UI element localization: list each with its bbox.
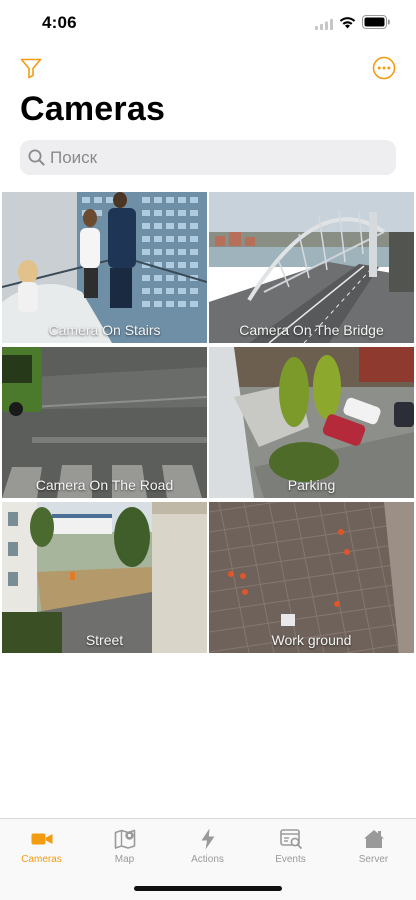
search-icon <box>28 149 45 166</box>
camera-preview-image <box>209 192 414 343</box>
camera-tile[interactable]: Work ground <box>209 502 414 653</box>
lightning-icon <box>201 828 214 850</box>
camera-name: Work ground <box>271 632 352 648</box>
tab-server[interactable]: Server <box>332 827 415 873</box>
camera-tile[interactable]: Parking <box>209 347 414 498</box>
tab-label: Actions <box>191 854 224 865</box>
home-icon <box>363 830 384 848</box>
tab-cameras[interactable]: Cameras <box>0 827 83 873</box>
camera-tile[interactable]: Camera On Stairs <box>2 192 207 343</box>
tab-events[interactable]: Events <box>249 827 332 873</box>
tab-actions[interactable]: Actions <box>166 827 249 873</box>
search-input[interactable] <box>50 140 390 175</box>
search-bar[interactable] <box>20 140 396 175</box>
camera-name: Camera On The Bridge <box>239 322 384 338</box>
camera-name: Camera On The Road <box>35 477 174 493</box>
camera-preview-image <box>209 502 414 653</box>
camera-preview-image <box>209 347 414 498</box>
camera-tile[interactable]: Camera On The Road <box>2 347 207 498</box>
battery-icon <box>362 15 390 29</box>
camera-tile[interactable]: Camera On The Bridge <box>209 192 414 343</box>
status-time: 4:06 <box>42 13 77 32</box>
camera-preview-image <box>2 502 207 653</box>
cellular-signal-icon <box>315 19 333 30</box>
status-bar: 4:06 <box>0 0 416 48</box>
page-title: Cameras <box>20 90 166 128</box>
camera-tile[interactable]: Street <box>2 502 207 653</box>
home-indicator <box>134 886 282 891</box>
video-camera-icon <box>31 833 52 845</box>
camera-preview-image <box>2 192 207 343</box>
tab-label: Server <box>358 854 389 865</box>
filter-icon[interactable] <box>19 56 43 80</box>
events-search-icon <box>279 829 302 849</box>
tab-label: Map <box>114 854 135 865</box>
tab-label: Cameras <box>21 854 62 865</box>
wifi-icon <box>339 17 356 29</box>
camera-name: Street <box>85 632 124 648</box>
map-pin-icon <box>114 829 135 849</box>
more-options-icon[interactable] <box>372 56 396 80</box>
camera-name: Parking <box>287 477 336 493</box>
tab-map[interactable]: Map <box>83 827 166 873</box>
camera-name: Camera On Stairs <box>48 322 161 338</box>
camera-preview-image <box>2 347 207 498</box>
tab-label: Events <box>275 854 306 865</box>
